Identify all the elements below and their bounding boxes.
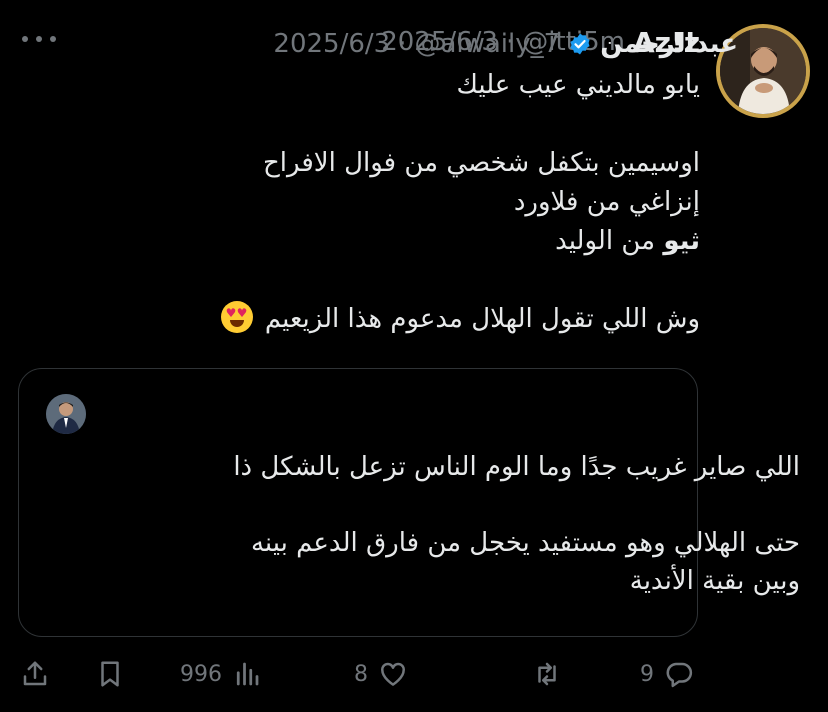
quoted-line: حتى الهلالي وهو مستفيد يخجل من فارق الدع…	[250, 528, 800, 558]
analytics-icon	[236, 662, 259, 686]
heart-eyes-emoji-icon: ♥ ♥	[220, 301, 253, 333]
bold-word: ثيو	[663, 226, 700, 256]
bookmark-button[interactable]	[95, 652, 125, 696]
line-rest: من الوليد	[555, 226, 664, 256]
retweet-icon	[538, 662, 556, 686]
quoted-line: اللي صاير غريب جدًا وما الوم الناس تزعل …	[233, 452, 800, 482]
quoted-tweet-text: اللي صاير غريب جدًا وما الوم الناس تزعل …	[160, 448, 800, 600]
dot	[22, 36, 28, 42]
reply-button[interactable]: 9	[640, 652, 694, 696]
quoted-line: وبين بقية الأندية	[629, 566, 800, 596]
dot	[36, 36, 42, 42]
reply-icon	[666, 662, 693, 688]
like-count: 8	[354, 661, 368, 687]
quoted-handle[interactable]: @alwaily_7	[414, 29, 560, 59]
tweet-line: اوسيمين بتكفل شخصي من فوال الافراح	[263, 148, 700, 178]
tweet-text: يابو مالديني عيب عليك اوسيمين بتكفل شخصي…	[180, 66, 700, 339]
tweet-line: وش اللي تقول الهلال مدعوم هذا الزيعيم ♥ ♥	[180, 300, 700, 339]
tweet-line: ثيو من الوليد	[180, 222, 700, 261]
quoted-author-avatar[interactable]	[46, 394, 86, 434]
verified-badge-icon	[570, 33, 590, 55]
heart-icon	[381, 662, 405, 686]
header-separator: ·	[398, 29, 407, 59]
retweet-button[interactable]	[522, 652, 562, 696]
quoted-date[interactable]: 2025/6/3	[273, 29, 390, 59]
share-button[interactable]	[20, 652, 50, 696]
dot	[50, 36, 56, 42]
avatar-photo-icon	[46, 394, 86, 434]
share-icon	[23, 661, 47, 686]
quoted-tweet-header: عبدالرحمن @alwaily_7 · 2025/6/3	[273, 28, 738, 60]
quoted-author-name[interactable]: عبدالرحمن	[600, 29, 738, 59]
views-button[interactable]: 996	[180, 652, 262, 696]
tweet-line: إنزاغي من فلاورد	[513, 187, 700, 217]
line-text: وش اللي تقول الهلال مدعوم هذا الزيعيم	[264, 304, 700, 334]
view-count: 996	[180, 661, 222, 687]
bookmark-icon	[101, 661, 119, 687]
tweet-line: يابو مالديني عيب عليك	[456, 70, 700, 100]
like-button[interactable]: 8	[354, 652, 408, 696]
reply-count: 9	[640, 661, 654, 687]
more-options-button[interactable]	[22, 24, 56, 54]
tweet-action-bar: 996 8 9	[0, 652, 828, 696]
